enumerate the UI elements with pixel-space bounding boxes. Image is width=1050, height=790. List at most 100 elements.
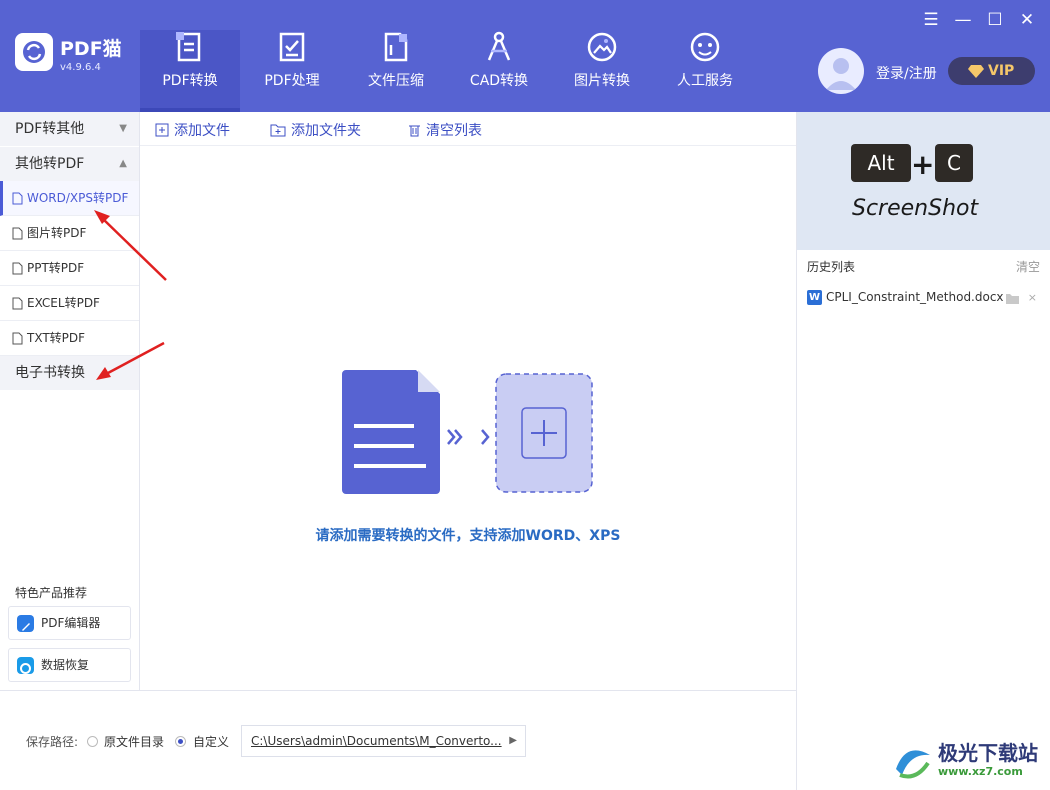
sidebar-item-label: PPT转PDF (27, 261, 85, 275)
login-register-link[interactable]: 登录/注册 (876, 63, 937, 83)
vip-button[interactable]: VIP (948, 57, 1035, 85)
watermark: 极光下载站 www.xz7.com (890, 735, 1050, 790)
add-folder-label: 添加文件夹 (291, 123, 361, 139)
app-logo-icon (15, 33, 53, 71)
minimize-icon[interactable]: — (952, 9, 974, 31)
user-icon (826, 58, 856, 90)
tab-label: CAD转换 (469, 73, 529, 89)
save-path-field[interactable]: C:\Users\admin\Documents\M_Converto... ▶ (241, 725, 526, 757)
left-sidebar: PDF转其他 ▼ 其他转PDF ▲ WORD/XPS转PDF 图片转PDF PP… (0, 112, 140, 690)
sidebar-item-image-to-pdf[interactable]: 图片转PDF (0, 216, 139, 251)
clear-list-label: 清空列表 (426, 123, 482, 139)
plus-sign: + (911, 148, 935, 181)
document-fold (418, 370, 440, 392)
pdf-file-icon (12, 227, 23, 240)
watermark-logo-icon (896, 750, 930, 779)
pdf-edit-icon (279, 32, 305, 62)
sidebar-group-ebook[interactable]: 电子书转换 (0, 356, 139, 390)
file-toolbar: 添加文件 添加文件夹 清空列表 (140, 112, 796, 146)
pdf-file-icon (12, 262, 23, 275)
pdf-convert-icon (176, 32, 201, 62)
history-clear-button[interactable]: 清空 (1016, 258, 1040, 275)
file-drop-illustration[interactable] (342, 370, 594, 494)
pdf-file-icon (12, 332, 23, 345)
cad-icon (487, 31, 511, 61)
sidebar-item-label: TXT转PDF (27, 331, 86, 345)
add-folder-button[interactable]: 添加文件夹 (270, 120, 361, 140)
pdf-editor-button[interactable]: PDF编辑器 (8, 606, 131, 640)
add-folder-icon (270, 124, 286, 137)
app-header: PDF猫 v4.9.6.4 PDF转换 PDF处理 文件压缩 CAD转换 图片转… (0, 0, 1050, 112)
remove-icon[interactable]: × (1028, 291, 1037, 304)
diamond-icon (968, 65, 984, 78)
sidebar-item-excel-to-pdf[interactable]: EXCEL转PDF (0, 286, 139, 321)
chevron-up-icon: ▲ (119, 158, 127, 169)
save-path-value: C:\Users\admin\Documents\M_Converto... (251, 734, 502, 748)
sidebar-group-label: 其他转PDF (15, 156, 85, 172)
data-recovery-button[interactable]: 数据恢复 (8, 648, 131, 682)
tab-cad[interactable]: CAD转换 (449, 30, 549, 112)
history-item-name: CPLI_Constraint_Method.docx (826, 290, 1004, 304)
history-title: 历史列表 (807, 260, 856, 274)
pdf-editor-label: PDF编辑器 (41, 616, 101, 630)
sidebar-item-word-xps[interactable]: WORD/XPS转PDF (0, 181, 139, 216)
c-key: C (935, 144, 973, 182)
tab-pdf-process[interactable]: PDF处理 (242, 30, 342, 112)
recommend-title: 特色产品推荐 (15, 586, 88, 600)
radio-custom-label[interactable]: 自定义 (193, 733, 229, 750)
data-recovery-label: 数据恢复 (41, 658, 90, 672)
app-version: v4.9.6.4 (60, 62, 101, 73)
alt-key: Alt (851, 144, 911, 182)
radio-original-dir[interactable] (87, 736, 98, 747)
screenshot-caption: ScreenShot (852, 196, 979, 221)
save-path-bar: 保存路径: 原文件目录 自定义 C:\Users\admin\Documents… (0, 690, 796, 790)
pdf-editor-icon (17, 615, 34, 632)
drop-hint-text: 请添加需要转换的文件，支持添加WORD、XPS (315, 528, 621, 544)
play-arrow-icon[interactable]: ▶ (509, 726, 517, 756)
maximize-icon[interactable]: ☐ (984, 9, 1006, 31)
tab-service[interactable]: 人工服务 (655, 30, 755, 112)
tab-label: PDF处理 (264, 73, 320, 89)
sidebar-item-ppt-to-pdf[interactable]: PPT转PDF (0, 251, 139, 286)
sidebar-item-label: 图片转PDF (27, 226, 87, 240)
avatar[interactable] (818, 48, 864, 94)
folder-icon[interactable] (1006, 293, 1019, 304)
tab-label: 文件压缩 (368, 73, 424, 89)
close-icon[interactable]: ✕ (1016, 9, 1038, 31)
sidebar-group-other-to-pdf[interactable]: 其他转PDF ▲ (0, 147, 139, 181)
chevron-down-icon: ▼ (119, 123, 127, 134)
data-recovery-icon (17, 657, 34, 674)
add-file-icon (155, 123, 169, 137)
tab-label: 人工服务 (677, 73, 733, 89)
compress-icon (384, 32, 408, 62)
sidebar-group-label: 电子书转换 (15, 365, 85, 381)
history-item[interactable]: W CPLI_Constraint_Method.docx × (807, 290, 1041, 310)
sidebar-group-pdf-to-other[interactable]: PDF转其他 ▼ (0, 112, 139, 146)
sidebar-item-txt-to-pdf[interactable]: TXT转PDF (0, 321, 139, 356)
tab-label: PDF转换 (162, 73, 218, 89)
watermark-title: 极光下载站 (938, 741, 1038, 765)
word-file-icon: W (807, 290, 822, 305)
trash-icon (409, 125, 420, 137)
pdf-file-icon (12, 297, 23, 310)
screenshot-banner[interactable]: Alt + C ScreenShot (797, 112, 1050, 250)
right-panel: Alt + C ScreenShot 历史列表 清空 W CPLI_Constra… (796, 112, 1050, 790)
add-file-label: 添加文件 (174, 123, 230, 139)
add-file-button[interactable]: 添加文件 (155, 120, 230, 140)
save-path-label: 保存路径: (26, 735, 79, 749)
tab-pdf-convert[interactable]: PDF转换 (140, 30, 240, 112)
pdf-file-icon (12, 192, 23, 205)
tab-image[interactable]: 图片转换 (552, 30, 652, 112)
radio-original-label[interactable]: 原文件目录 (104, 733, 164, 750)
tab-compress[interactable]: 文件压缩 (346, 30, 446, 112)
radio-custom-dir[interactable] (175, 736, 186, 747)
service-icon (690, 32, 720, 62)
sidebar-group-label: PDF转其他 (15, 121, 85, 137)
vip-label: VIP (988, 63, 1015, 79)
sidebar-item-label: EXCEL转PDF (27, 296, 100, 310)
menu-icon[interactable]: ☰ (920, 9, 942, 31)
chevron-right-icon (481, 429, 490, 445)
clear-list-button[interactable]: 清空列表 (408, 120, 482, 140)
watermark-url: www.xz7.com (938, 765, 1023, 778)
double-chevron-icon (447, 429, 463, 445)
